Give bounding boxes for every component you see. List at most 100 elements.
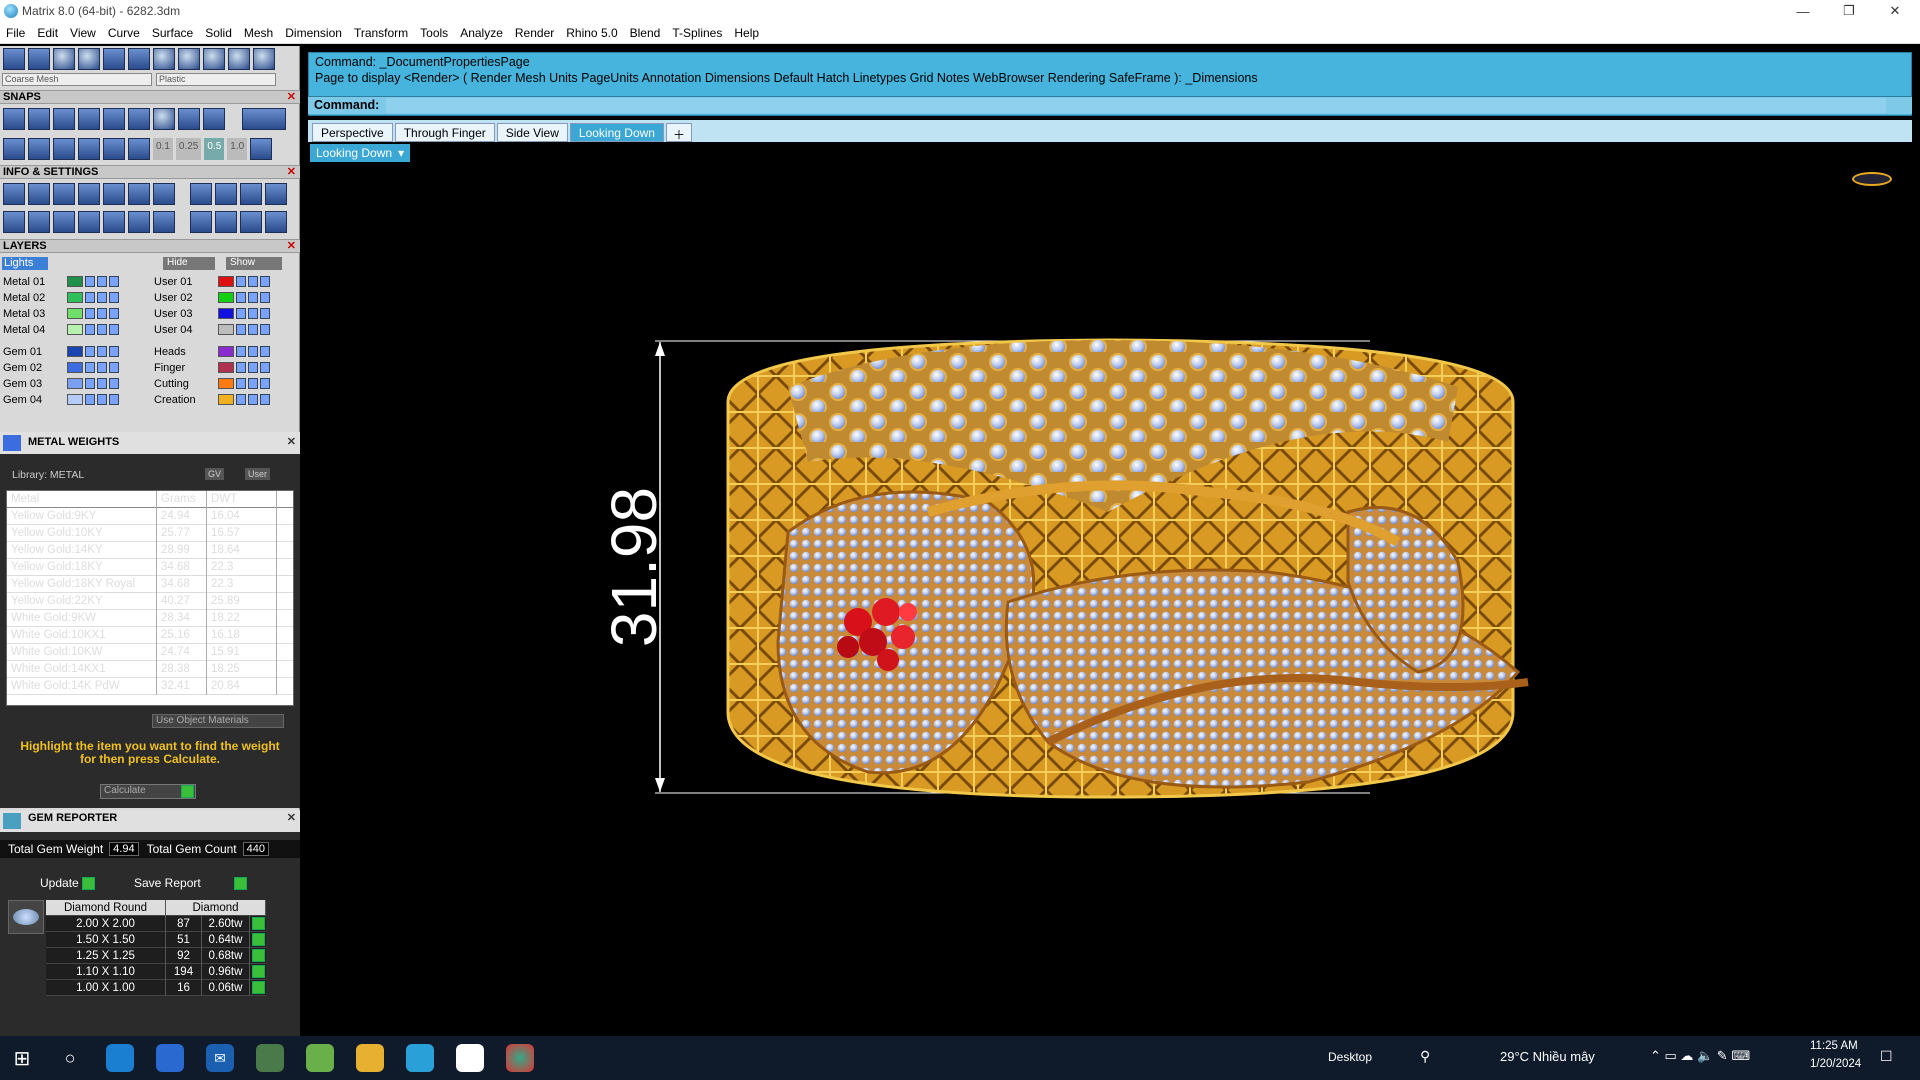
layer-row[interactable]: Metal 02 <box>3 290 119 305</box>
add-tab-button[interactable]: ＋ <box>665 123 692 142</box>
library-icon[interactable] <box>78 183 100 205</box>
play-icon[interactable] <box>252 949 265 962</box>
menu-mesh[interactable]: Mesh <box>238 26 279 40</box>
snap-end-button[interactable] <box>3 108 25 130</box>
table-row[interactable]: 1.25 X 1.25 92 0.68tw <box>46 948 266 964</box>
layer-color-swatch[interactable] <box>218 276 234 287</box>
grid-snap-button[interactable] <box>3 138 25 160</box>
layer-toggle-icon[interactable] <box>97 292 107 303</box>
gv-toggle[interactable]: GV <box>205 468 225 480</box>
ortho-button[interactable] <box>242 108 286 130</box>
layer-row[interactable]: Gem 02 <box>3 360 119 375</box>
weather-widget[interactable]: 29°C Nhiều mây <box>1500 1049 1595 1064</box>
mail-icon[interactable]: ✉ <box>206 1044 234 1072</box>
layer-toggle-icon[interactable] <box>97 324 107 335</box>
layer-toggle-icon[interactable] <box>260 276 270 287</box>
save-icon[interactable] <box>153 211 175 233</box>
close-icon[interactable]: ✕ <box>287 165 296 178</box>
layer-toggle-icon[interactable] <box>109 308 119 319</box>
chrome-icon[interactable] <box>506 1044 534 1072</box>
grid-display-button[interactable] <box>3 48 25 70</box>
snap-tan-button[interactable] <box>203 108 225 130</box>
close-icon[interactable]: ✕ <box>287 810 296 826</box>
layer-row[interactable]: Cutting <box>154 376 270 391</box>
update-button[interactable]: Update <box>40 876 96 891</box>
material-select[interactable]: Plastic <box>156 73 276 86</box>
hide-button[interactable]: Hide <box>163 257 215 270</box>
table-row[interactable]: Yellow Gold:10KY 25.77 16.57 <box>7 524 293 542</box>
table-row[interactable]: Yellow Gold:9KY 24.94 16.04 <box>7 507 293 525</box>
layer-toggle-icon[interactable] <box>97 308 107 319</box>
material-button[interactable] <box>153 48 175 70</box>
snap-value-4[interactable]: 1.0 <box>227 138 248 160</box>
layout-icon[interactable] <box>3 211 25 233</box>
menu-analyze[interactable]: Analyze <box>454 26 509 40</box>
layer-toggle-icon[interactable] <box>260 378 270 389</box>
layer-toggle-icon[interactable] <box>248 276 258 287</box>
layer-color-swatch[interactable] <box>67 292 83 303</box>
play-icon[interactable] <box>252 917 265 930</box>
use-object-materials-toggle[interactable]: Use Object Materials <box>152 714 284 728</box>
layer-color-swatch[interactable] <box>67 276 83 287</box>
layer-row[interactable]: User 02 <box>154 290 270 305</box>
gold-material-button[interactable] <box>228 48 250 70</box>
layer-row[interactable]: User 01 <box>154 274 270 289</box>
table-row[interactable]: White Gold:10KX1 25.16 16.18 <box>7 626 293 644</box>
menu-tools[interactable]: Tools <box>414 26 454 40</box>
layer-toggle-icon[interactable] <box>248 292 258 303</box>
layer-toggle-icon[interactable] <box>260 394 270 405</box>
shaded-sphere-button[interactable] <box>53 48 75 70</box>
layer-toggle-icon[interactable] <box>248 362 258 373</box>
material2-button[interactable] <box>178 48 200 70</box>
grid-icon[interactable] <box>250 138 273 160</box>
layer-toggle-icon[interactable] <box>260 324 270 335</box>
copy-icon[interactable] <box>215 183 237 205</box>
cylinder-icon[interactable] <box>78 211 100 233</box>
menu-solid[interactable]: Solid <box>199 26 238 40</box>
snap-near-button[interactable] <box>28 108 50 130</box>
grams-header[interactable]: Grams <box>157 490 207 508</box>
clock-time[interactable]: 11:25 AM <box>1810 1040 1858 1052</box>
edge-icon[interactable] <box>106 1044 134 1072</box>
zalo-icon[interactable] <box>456 1044 484 1072</box>
layer-toggle-icon[interactable] <box>85 346 95 357</box>
layer-row[interactable]: Creation <box>154 392 270 407</box>
layer-toggle-icon[interactable] <box>85 308 95 319</box>
layer-color-swatch[interactable] <box>67 362 83 373</box>
layer-toggle-icon[interactable] <box>248 378 258 389</box>
snap-circle-button[interactable] <box>153 108 175 130</box>
smart-track-button[interactable] <box>78 138 100 160</box>
layer-toggle-icon[interactable] <box>248 308 258 319</box>
step-button[interactable] <box>53 138 75 160</box>
layer-toggle-icon[interactable] <box>260 292 270 303</box>
display-icon[interactable] <box>28 211 50 233</box>
snap-mid-button[interactable] <box>78 108 100 130</box>
close-button[interactable]: ✕ <box>1872 0 1918 22</box>
settings-icon[interactable] <box>3 183 25 205</box>
layer-toggle-icon[interactable] <box>109 292 119 303</box>
menu-transform[interactable]: Transform <box>348 26 414 40</box>
play-icon[interactable] <box>252 981 265 994</box>
layer-color-swatch[interactable] <box>218 362 234 373</box>
tab-through-finger[interactable]: Through Finger <box>394 123 495 142</box>
layer-toggle-icon[interactable] <box>236 362 246 373</box>
table-row[interactable]: Yellow Gold:22KY 40.27 25.89 <box>7 592 293 610</box>
table-row[interactable]: White Gold:14KX1 28.38 18.25 <box>7 660 293 678</box>
layer-toggle-icon[interactable] <box>97 394 107 405</box>
tool-d-icon[interactable] <box>265 211 287 233</box>
layer-color-swatch[interactable] <box>67 394 83 405</box>
material3-button[interactable] <box>203 48 225 70</box>
layer-toggle-icon[interactable] <box>85 394 95 405</box>
layer-row[interactable]: Gem 01 <box>3 344 119 359</box>
layer-color-swatch[interactable] <box>67 346 83 357</box>
layer-row[interactable]: Gem 04 <box>3 392 119 407</box>
table-row[interactable]: Yellow Gold:18KY 34.68 22.3 <box>7 558 293 576</box>
gem-library-icon[interactable] <box>103 183 125 205</box>
layer-color-swatch[interactable] <box>218 346 234 357</box>
rendered-sphere-button[interactable] <box>78 48 100 70</box>
cut-icon[interactable] <box>190 183 212 205</box>
tool-a-icon[interactable] <box>190 211 212 233</box>
layer-row[interactable]: User 04 <box>154 322 270 337</box>
search-icon[interactable]: ○ <box>56 1044 84 1072</box>
paste-icon[interactable] <box>240 183 262 205</box>
